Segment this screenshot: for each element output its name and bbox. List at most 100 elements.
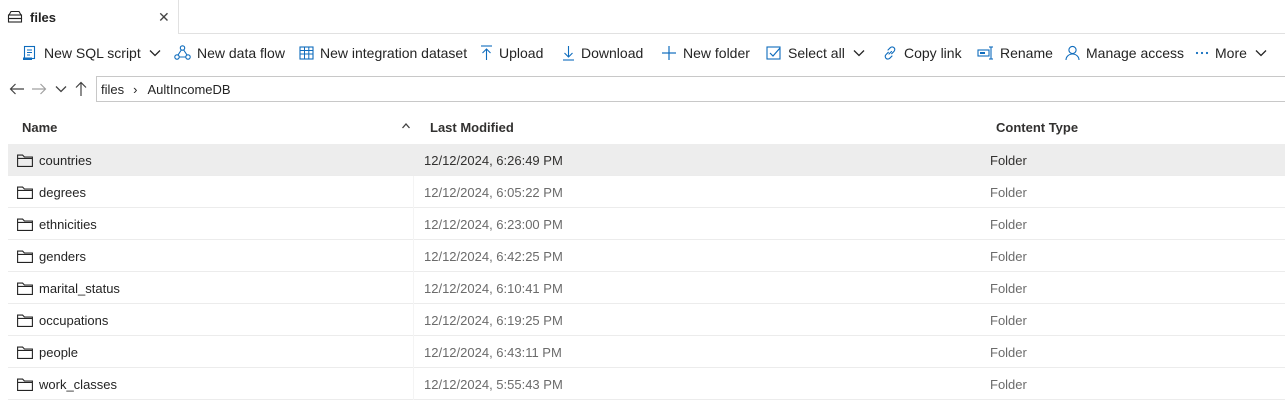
chevron-down-icon[interactable]: [853, 49, 865, 57]
column-header-name[interactable]: Name: [22, 120, 57, 135]
column-header-content-type[interactable]: Content Type: [996, 120, 1078, 135]
address-bar[interactable]: files › AultIncomeDB: [96, 76, 1285, 102]
folder-icon: [17, 378, 33, 391]
row-name: ethnicities: [39, 217, 97, 232]
row-last-modified: 12/12/2024, 6:23:00 PM: [424, 217, 563, 232]
manage-access-button[interactable]: Manage access: [1065, 40, 1184, 66]
person-icon: [1065, 45, 1080, 61]
new-sql-script-button[interactable]: New SQL script: [22, 40, 161, 66]
navigation-bar: files › AultIncomeDB: [0, 74, 1285, 104]
tab-bar: files ✕: [0, 0, 1285, 34]
folder-icon: [17, 346, 33, 359]
link-icon: [884, 46, 896, 60]
column-divider: [413, 208, 414, 240]
new-integration-dataset-button[interactable]: New integration dataset: [299, 40, 467, 66]
table-row[interactable]: genders 12/12/2024, 6:42:25 PM Folder: [8, 240, 1285, 272]
column-divider: [413, 304, 414, 336]
row-last-modified: 12/12/2024, 5:55:43 PM: [424, 377, 563, 392]
more-button[interactable]: More: [1195, 40, 1267, 66]
rename-label: Rename: [1000, 45, 1053, 61]
copy-link-button[interactable]: Copy link: [882, 40, 962, 66]
column-divider: [413, 176, 414, 208]
row-content-type: Folder: [990, 185, 1027, 200]
new-folder-label: New folder: [683, 45, 750, 61]
folder-icon: [17, 218, 33, 231]
table-row[interactable]: ethnicities 12/12/2024, 6:23:00 PM Folde…: [8, 208, 1285, 240]
column-divider: [413, 240, 414, 272]
more-label: More: [1215, 45, 1247, 61]
arrow-up-icon: [75, 81, 87, 96]
row-content-type: Folder: [990, 345, 1027, 360]
table-row[interactable]: countries 12/12/2024, 6:26:49 PM Folder: [8, 144, 1285, 176]
row-last-modified: 12/12/2024, 6:43:11 PM: [424, 345, 562, 360]
row-last-modified: 12/12/2024, 6:10:41 PM: [424, 281, 563, 296]
row-content-type: Folder: [990, 377, 1027, 392]
select-all-button[interactable]: Select all: [766, 40, 865, 66]
folder-icon: [17, 154, 33, 167]
ellipsis-icon: [1195, 51, 1209, 55]
data-flow-icon: [174, 45, 191, 60]
upload-icon: [481, 45, 492, 60]
new-folder-button[interactable]: New folder: [661, 40, 750, 66]
table-row[interactable]: degrees 12/12/2024, 6:05:22 PM Folder: [8, 176, 1285, 208]
breadcrumb-aultincomedb[interactable]: AultIncomeDB: [147, 82, 230, 97]
row-name: people: [39, 345, 79, 360]
arrow-right-icon: [32, 83, 47, 95]
folder-icon: [17, 250, 33, 263]
command-toolbar: New SQL script New data flow New integra…: [0, 35, 1285, 71]
new-integration-dataset-label: New integration dataset: [320, 45, 468, 61]
row-name: countries: [39, 153, 92, 168]
row-name: genders: [39, 249, 86, 264]
new-sql-script-label: New SQL script: [44, 45, 141, 61]
row-last-modified: 12/12/2024, 6:26:49 PM: [424, 153, 563, 168]
new-data-flow-button[interactable]: New data flow: [174, 40, 285, 66]
row-content-type: Folder: [990, 153, 1027, 168]
chevron-down-icon: [55, 86, 67, 93]
row-last-modified: 12/12/2024, 6:05:22 PM: [424, 185, 563, 200]
tab-files[interactable]: files ✕: [0, 0, 179, 34]
row-last-modified: 12/12/2024, 6:19:25 PM: [424, 313, 563, 328]
table-row[interactable]: people 12/12/2024, 6:43:11 PM Folder: [8, 336, 1285, 368]
select-all-label: Select all: [788, 45, 845, 61]
breadcrumb-files[interactable]: files: [101, 82, 124, 97]
rename-button[interactable]: Rename: [977, 40, 1053, 66]
close-icon[interactable]: ✕: [158, 9, 170, 26]
row-last-modified: 12/12/2024, 6:42:25 PM: [424, 249, 563, 264]
download-button[interactable]: Download: [562, 40, 643, 66]
column-divider: [413, 336, 414, 368]
table-row[interactable]: marital_status 12/12/2024, 6:10:41 PM Fo…: [8, 272, 1285, 304]
tab-label: files: [30, 10, 57, 25]
arrow-left-icon: [9, 83, 24, 95]
table-row[interactable]: work_classes 12/12/2024, 5:55:43 PM Fold…: [8, 368, 1285, 400]
row-content-type: Folder: [990, 313, 1027, 328]
back-button[interactable]: [8, 80, 26, 98]
folder-icon: [17, 186, 33, 199]
sort-ascending-icon[interactable]: [401, 121, 411, 131]
manage-access-label: Manage access: [1086, 45, 1185, 61]
chevron-down-icon[interactable]: [149, 49, 161, 57]
forward-button[interactable]: [30, 80, 48, 98]
new-data-flow-label: New data flow: [197, 45, 285, 61]
table-row[interactable]: occupations 12/12/2024, 6:19:25 PM Folde…: [8, 304, 1285, 336]
folder-icon: [17, 282, 33, 295]
file-list: countries 12/12/2024, 6:26:49 PM Folder …: [8, 144, 1285, 400]
row-name: degrees: [39, 185, 86, 200]
checkbox-icon: [766, 46, 781, 60]
rename-icon: [977, 46, 993, 60]
history-dropdown-button[interactable]: [52, 80, 70, 98]
sql-script-icon: [23, 45, 36, 60]
column-divider: [413, 272, 414, 304]
table-header: Name Last Modified Content Type: [8, 112, 1285, 144]
table-icon: [299, 46, 314, 60]
download-label: Download: [581, 45, 644, 61]
row-content-type: Folder: [990, 249, 1027, 264]
row-name: occupations: [39, 313, 109, 328]
row-name: marital_status: [39, 281, 120, 296]
storage-stack-icon: [7, 10, 23, 23]
upload-button[interactable]: Upload: [480, 40, 543, 66]
column-header-last-modified[interactable]: Last Modified: [430, 120, 514, 135]
folder-icon: [17, 314, 33, 327]
up-button[interactable]: [72, 80, 90, 98]
chevron-down-icon[interactable]: [1255, 49, 1267, 57]
upload-label: Upload: [499, 45, 544, 61]
